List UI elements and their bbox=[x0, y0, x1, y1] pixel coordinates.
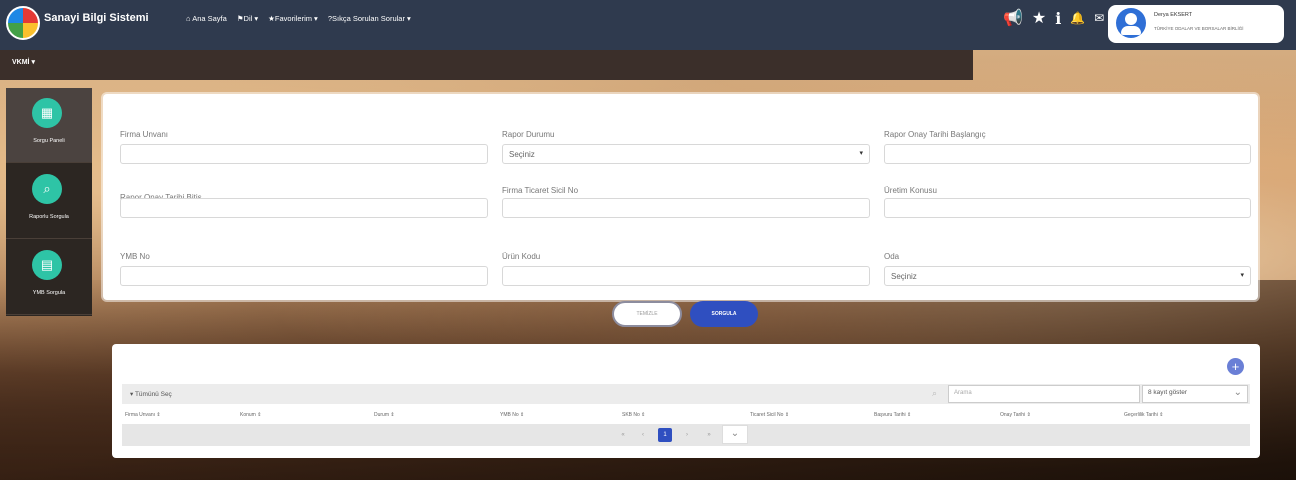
column-header[interactable]: Konum ⇕ bbox=[240, 412, 261, 418]
next-page-button[interactable]: › bbox=[680, 428, 694, 442]
table-header-row: Firma Unvanı ⇕ Konum ⇕ Durum ⇕ YMB No ⇕ … bbox=[122, 406, 1250, 424]
star-icon: ★ bbox=[268, 14, 275, 23]
firma-ticaret-sicil-label: Firma Ticaret Sicil No bbox=[502, 186, 579, 195]
nav-language[interactable]: ⚑Dil ▾ bbox=[237, 14, 258, 23]
main-nav: ⌂ Ana Sayfa ⚑Dil ▾ ★Favorilerim ▾ ?Sıkça… bbox=[186, 14, 411, 23]
search-icon: ⌕ bbox=[932, 388, 938, 398]
sidebar-item-ymb-query[interactable]: ▤ YMB Sorgula bbox=[6, 240, 92, 315]
info-icon[interactable]: i bbox=[1055, 9, 1061, 28]
rapor-durumu-select[interactable]: Seçiniz ▾ bbox=[502, 144, 870, 164]
user-organization: TÜRKİYE ODALAR VE BORSALAR BİRLİĞİ bbox=[1154, 26, 1244, 31]
avatar bbox=[1116, 8, 1146, 38]
table-search-input[interactable]: Arama bbox=[948, 385, 1140, 403]
page-1-button[interactable]: 1 bbox=[658, 428, 672, 442]
column-header[interactable]: Firma Unvanı ⇕ bbox=[125, 412, 161, 418]
chevron-down-icon: ⌄ bbox=[1233, 387, 1242, 398]
uretim-konusu-input[interactable] bbox=[884, 198, 1251, 218]
rapor-onay-baslangic-label: Rapor Onay Tarihi Başlangıç bbox=[884, 130, 986, 139]
top-navbar: Sanayi Bilgi Sistemi ⌂ Ana Sayfa ⚑Dil ▾ … bbox=[0, 0, 1296, 50]
firma-unvani-label: Firma Unvanı bbox=[120, 130, 169, 139]
module-dropdown[interactable]: VKMİ ▾ bbox=[12, 58, 35, 66]
megaphone-icon[interactable]: 📢 bbox=[1003, 8, 1023, 28]
home-icon: ⌂ bbox=[186, 14, 191, 23]
document-icon: ▤ bbox=[32, 250, 62, 280]
calendar-icon: ▦ bbox=[32, 98, 62, 128]
nav-home[interactable]: ⌂ Ana Sayfa bbox=[186, 14, 227, 23]
app-title[interactable]: Sanayi Bilgi Sistemi bbox=[44, 12, 149, 24]
rapor-onay-bitis-input[interactable] bbox=[120, 198, 488, 218]
sidebar-item-report-query[interactable]: ⌕ Raporlu Sorgula bbox=[6, 164, 92, 239]
chevron-down-icon[interactable]: ⌄ bbox=[722, 425, 748, 444]
select-all-toggle[interactable]: ▾ Tümünü Seç bbox=[130, 390, 172, 398]
sidebar: ▦ Sorgu Paneli ⌕ Raporlu Sorgula ▤ YMB S… bbox=[6, 88, 92, 316]
module-bar: VKMİ ▾ bbox=[0, 50, 973, 80]
column-header[interactable]: Başvuru Tarihi ⇕ bbox=[874, 412, 911, 418]
clear-button[interactable]: TEMİZLE bbox=[612, 301, 682, 327]
bell-icon[interactable]: 🔔 bbox=[1070, 11, 1085, 25]
filter-panel: Firma Unvanı Rapor Durumu Seçiniz ▾ Rapo… bbox=[103, 94, 1258, 300]
last-page-button[interactable]: » bbox=[702, 428, 716, 442]
sidebar-item-label: Sorgu Paneli bbox=[33, 138, 65, 144]
first-page-button[interactable]: « bbox=[616, 428, 630, 442]
sidebar-item-label: Raporlu Sorgula bbox=[29, 214, 69, 220]
uretim-konusu-label: Üretim Konusu bbox=[884, 186, 937, 195]
sidebar-item-query-panel[interactable]: ▦ Sorgu Paneli bbox=[6, 88, 92, 163]
add-icon[interactable]: + bbox=[1227, 358, 1244, 375]
urun-kodu-label: Ürün Kodu bbox=[502, 252, 541, 261]
nav-favorites[interactable]: ★Favorilerim ▾ bbox=[268, 14, 318, 23]
flag-icon: ⚑ bbox=[236, 14, 244, 23]
search-icon: ⌕ bbox=[32, 174, 62, 204]
user-name: Derya EKSERT bbox=[1154, 12, 1193, 18]
envelope-icon[interactable]: ✉ bbox=[1094, 11, 1104, 25]
nav-faq[interactable]: ?Sıkça Sorulan Sorular ▾ bbox=[328, 14, 411, 23]
user-menu[interactable]: Derya EKSERT TÜRKİYE ODALAR VE BORSALAR … bbox=[1108, 5, 1284, 43]
prev-page-button[interactable]: ‹ bbox=[636, 428, 650, 442]
table-toolbar: ▾ Tümünü Seç ⌕ Arama 8 kayıt göster ⌄ bbox=[122, 384, 1250, 404]
top-icon-group: 📢 ★ i 🔔 ✉ bbox=[1003, 8, 1104, 28]
oda-label: Oda bbox=[884, 252, 900, 261]
column-header[interactable]: Geçerlilik Tarihi ⇕ bbox=[1124, 412, 1163, 418]
column-header[interactable]: Durum ⇕ bbox=[374, 412, 395, 418]
ymb-no-label: YMB No bbox=[120, 252, 150, 261]
chevron-down-icon: ▾ bbox=[1240, 272, 1244, 279]
firma-ticaret-sicil-input[interactable] bbox=[502, 198, 870, 218]
firma-unvani-input[interactable] bbox=[120, 144, 488, 164]
oda-select[interactable]: Seçiniz ▾ bbox=[884, 266, 1251, 286]
column-header[interactable]: SKB No ⇕ bbox=[622, 412, 645, 418]
page-size-select[interactable]: 8 kayıt göster ⌄ bbox=[1142, 385, 1248, 403]
chevron-down-icon: ▾ bbox=[859, 150, 863, 157]
urun-kodu-input[interactable] bbox=[502, 266, 870, 286]
star-icon[interactable]: ★ bbox=[1032, 8, 1046, 28]
column-header[interactable]: YMB No ⇕ bbox=[500, 412, 524, 418]
column-header[interactable]: Ticaret Sicil No ⇕ bbox=[750, 412, 789, 418]
rapor-durumu-label: Rapor Durumu bbox=[502, 130, 555, 139]
query-button[interactable]: SORGULA bbox=[690, 301, 758, 327]
rapor-onay-baslangic-input[interactable] bbox=[884, 144, 1251, 164]
ymb-no-input[interactable] bbox=[120, 266, 488, 286]
pagination: « ‹ 1 › » ⌄ bbox=[122, 424, 1250, 446]
sidebar-item-label: YMB Sorgula bbox=[32, 290, 66, 296]
results-panel: + ▾ Tümünü Seç ⌕ Arama 8 kayıt göster ⌄ … bbox=[112, 344, 1260, 458]
column-header[interactable]: Onay Tarihi ⇕ bbox=[1000, 412, 1031, 418]
app-logo[interactable] bbox=[6, 6, 40, 40]
